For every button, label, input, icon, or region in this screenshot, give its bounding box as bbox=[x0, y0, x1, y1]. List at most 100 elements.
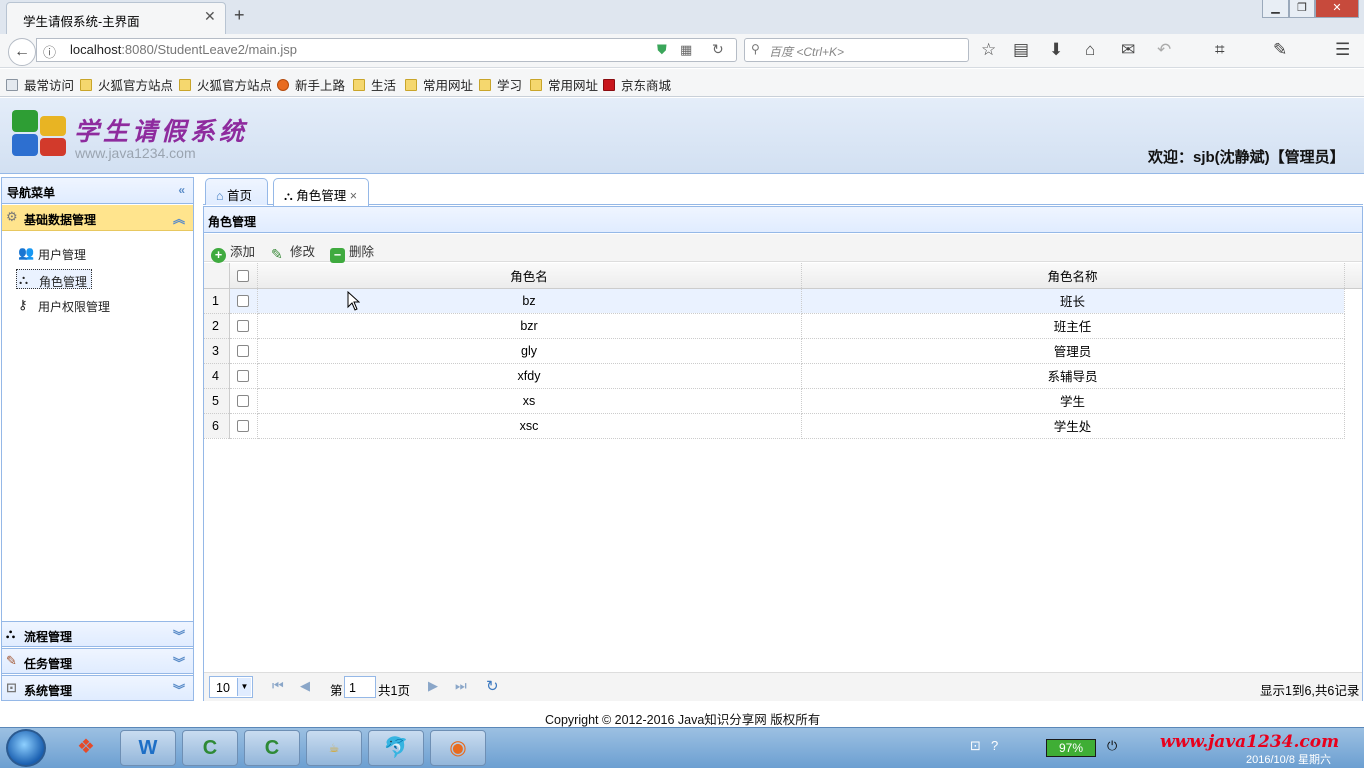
page-size-select[interactable]: 10 ▼ bbox=[209, 676, 253, 698]
row-checkbox[interactable] bbox=[237, 345, 249, 358]
task-javaee-icon[interactable]: ☕ bbox=[306, 730, 362, 766]
task-icon: ✎ bbox=[6, 653, 17, 668]
chevron-down-icon[interactable]: ▼ bbox=[237, 678, 251, 696]
bookmark-folder[interactable]: 火狐官方站点 bbox=[80, 75, 173, 94]
row-checkbox[interactable] bbox=[237, 295, 249, 308]
chevron-down-icon[interactable]: ︾ bbox=[173, 654, 185, 671]
table-row[interactable]: 2 bzr 班主任 bbox=[204, 313, 1362, 339]
task-media-icon[interactable]: ❖ bbox=[58, 730, 114, 766]
shield-icon[interactable]: ⛊ bbox=[657, 42, 667, 58]
minimize-button[interactable]: ▁ bbox=[1262, 0, 1289, 18]
tab-home[interactable]: ⌂ 首页 bbox=[205, 178, 268, 205]
table-header-row: 角色名 角色名称 bbox=[204, 263, 1362, 289]
info-icon[interactable]: ⓘ bbox=[43, 42, 56, 61]
bookmark-icon bbox=[6, 79, 18, 91]
chevron-up-icon[interactable]: ︽ bbox=[173, 210, 185, 227]
bookmark-folder[interactable]: 常用网址 bbox=[530, 75, 598, 94]
page-number-input[interactable]: 1 bbox=[344, 676, 376, 698]
task-wps-icon[interactable]: W bbox=[120, 730, 176, 766]
task-firefox-icon[interactable]: ◉ bbox=[430, 730, 486, 766]
collapse-sidebar-icon[interactable]: « bbox=[178, 183, 185, 197]
row-checkbox[interactable] bbox=[237, 395, 249, 408]
refresh-icon[interactable]: ↻ bbox=[486, 677, 499, 695]
tab-label: 角色管理 bbox=[296, 189, 347, 203]
sidebar-item-user-permission[interactable]: ⚷ 用户权限管理 bbox=[16, 295, 114, 315]
folder-icon bbox=[479, 79, 491, 91]
bookmark-folder[interactable]: 生活 bbox=[353, 75, 396, 94]
prev-page-button[interactable]: ◀ bbox=[300, 678, 310, 694]
chevron-down-icon[interactable]: ︾ bbox=[173, 627, 185, 644]
next-page-button[interactable]: ▶ bbox=[428, 678, 438, 694]
sidebar-item-user-management[interactable]: 👥 用户管理 bbox=[16, 243, 90, 263]
bookmark-link[interactable]: 新手上路 bbox=[277, 75, 345, 94]
window-close-button[interactable]: ✕ bbox=[1315, 0, 1359, 18]
row-checkbox[interactable] bbox=[237, 420, 249, 433]
bookmark-link[interactable]: 京东商城 bbox=[603, 75, 671, 94]
bookmark-label: 生活 bbox=[371, 79, 397, 93]
section-process[interactable]: ⛬ 流程管理 ︾ bbox=[2, 621, 193, 647]
new-tab-button[interactable]: + bbox=[234, 5, 245, 26]
tray-icon[interactable]: ⊡ bbox=[970, 738, 981, 754]
folder-icon bbox=[80, 79, 92, 91]
help-icon[interactable]: ? bbox=[991, 738, 998, 753]
back-button[interactable]: ← bbox=[8, 38, 36, 66]
row-spacer bbox=[1344, 288, 1362, 313]
reload-icon[interactable]: ↻ bbox=[712, 41, 724, 58]
delete-button[interactable]: − 删除 bbox=[330, 241, 374, 263]
role-title-cell: 班主任 bbox=[801, 313, 1345, 339]
table-row[interactable]: 4 xfdy 系辅导员 bbox=[204, 363, 1362, 389]
column-header[interactable]: 角色名 bbox=[257, 263, 802, 289]
folder-icon bbox=[405, 79, 417, 91]
bookmark-most-visited[interactable]: 最常访问 bbox=[6, 75, 74, 94]
first-page-button[interactable]: ⏮ bbox=[272, 678, 284, 694]
bookmark-label: 新手上路 bbox=[295, 79, 346, 93]
tools-icon[interactable]: ✎ bbox=[1273, 40, 1287, 60]
bookmark-folder[interactable]: 常用网址 bbox=[405, 75, 473, 94]
section-system[interactable]: ⊡ 系统管理 ︾ bbox=[2, 675, 193, 701]
row-number: 5 bbox=[204, 388, 230, 414]
undo-icon[interactable]: ↶ bbox=[1157, 40, 1171, 60]
task-camtasia-recorder-icon[interactable]: C bbox=[244, 730, 300, 766]
section-task[interactable]: ✎ 任务管理 ︾ bbox=[2, 648, 193, 674]
start-button[interactable] bbox=[6, 729, 46, 767]
screenshot-icon[interactable]: ⌗ bbox=[1215, 40, 1225, 60]
browser-tab[interactable]: 学生请假系统-主界面 bbox=[6, 2, 226, 34]
last-page-button[interactable]: ⏭ bbox=[455, 678, 467, 694]
process-icon: ⛬ bbox=[6, 626, 16, 641]
section-basic-data[interactable]: ⚙ 基础数据管理 ︽ bbox=[2, 205, 193, 231]
column-header[interactable]: 角色名称 bbox=[801, 263, 1345, 289]
reading-list-icon[interactable]: ▤ bbox=[1013, 40, 1029, 60]
sidebar-item-role-management[interactable]: ⛬ 角色管理 bbox=[16, 269, 93, 289]
download-icon[interactable]: ⬇ bbox=[1049, 40, 1063, 60]
tab-close-icon[interactable]: × bbox=[350, 189, 357, 203]
table-row[interactable]: 5 xs 学生 bbox=[204, 388, 1362, 414]
clock-date[interactable]: 2016/10/8 星期六 bbox=[1246, 751, 1331, 767]
home-icon[interactable]: ⌂ bbox=[1085, 40, 1095, 60]
menu-icon[interactable]: ☰ bbox=[1335, 40, 1350, 60]
table-row[interactable]: 1 bz 班长 bbox=[204, 288, 1362, 314]
row-checkbox[interactable] bbox=[237, 370, 249, 383]
edit-button[interactable]: ✎ 修改 bbox=[271, 241, 315, 262]
qr-code-icon[interactable]: ▦ bbox=[680, 42, 692, 58]
url-text[interactable]: localhost:8080/StudentLeave2/main.jsp bbox=[70, 42, 297, 57]
bookmark-folder[interactable]: 学习 bbox=[479, 75, 522, 94]
app-subtitle: www.java1234.com bbox=[75, 145, 196, 161]
maximize-button[interactable]: ❐ bbox=[1289, 0, 1315, 18]
tab-role-management[interactable]: ⛬ 角色管理 × bbox=[273, 178, 369, 206]
table-row[interactable]: 3 gly 管理员 bbox=[204, 338, 1362, 364]
row-checkbox[interactable] bbox=[237, 320, 249, 333]
chat-icon[interactable]: ✉ bbox=[1121, 40, 1135, 60]
battery-indicator[interactable]: 97% bbox=[1046, 739, 1096, 757]
close-tab-icon[interactable]: ✕ bbox=[204, 8, 216, 25]
section-label: 基础数据管理 bbox=[24, 213, 97, 227]
task-camtasia-icon[interactable]: C bbox=[182, 730, 238, 766]
chevron-down-icon[interactable]: ︾ bbox=[173, 681, 185, 698]
bookmark-folder[interactable]: 火狐官方站点 bbox=[179, 75, 272, 94]
app-title: 学生请假系统 bbox=[74, 117, 249, 146]
search-input[interactable]: 百度 <Ctrl+K> bbox=[744, 38, 969, 62]
task-mysql-icon[interactable]: 🐬 bbox=[368, 730, 424, 766]
add-button[interactable]: + 添加 bbox=[211, 241, 255, 263]
bookmark-star-icon[interactable]: ☆ bbox=[981, 40, 996, 60]
table-row[interactable]: 6 xsc 学生处 bbox=[204, 413, 1362, 439]
select-all-checkbox[interactable] bbox=[237, 269, 249, 282]
